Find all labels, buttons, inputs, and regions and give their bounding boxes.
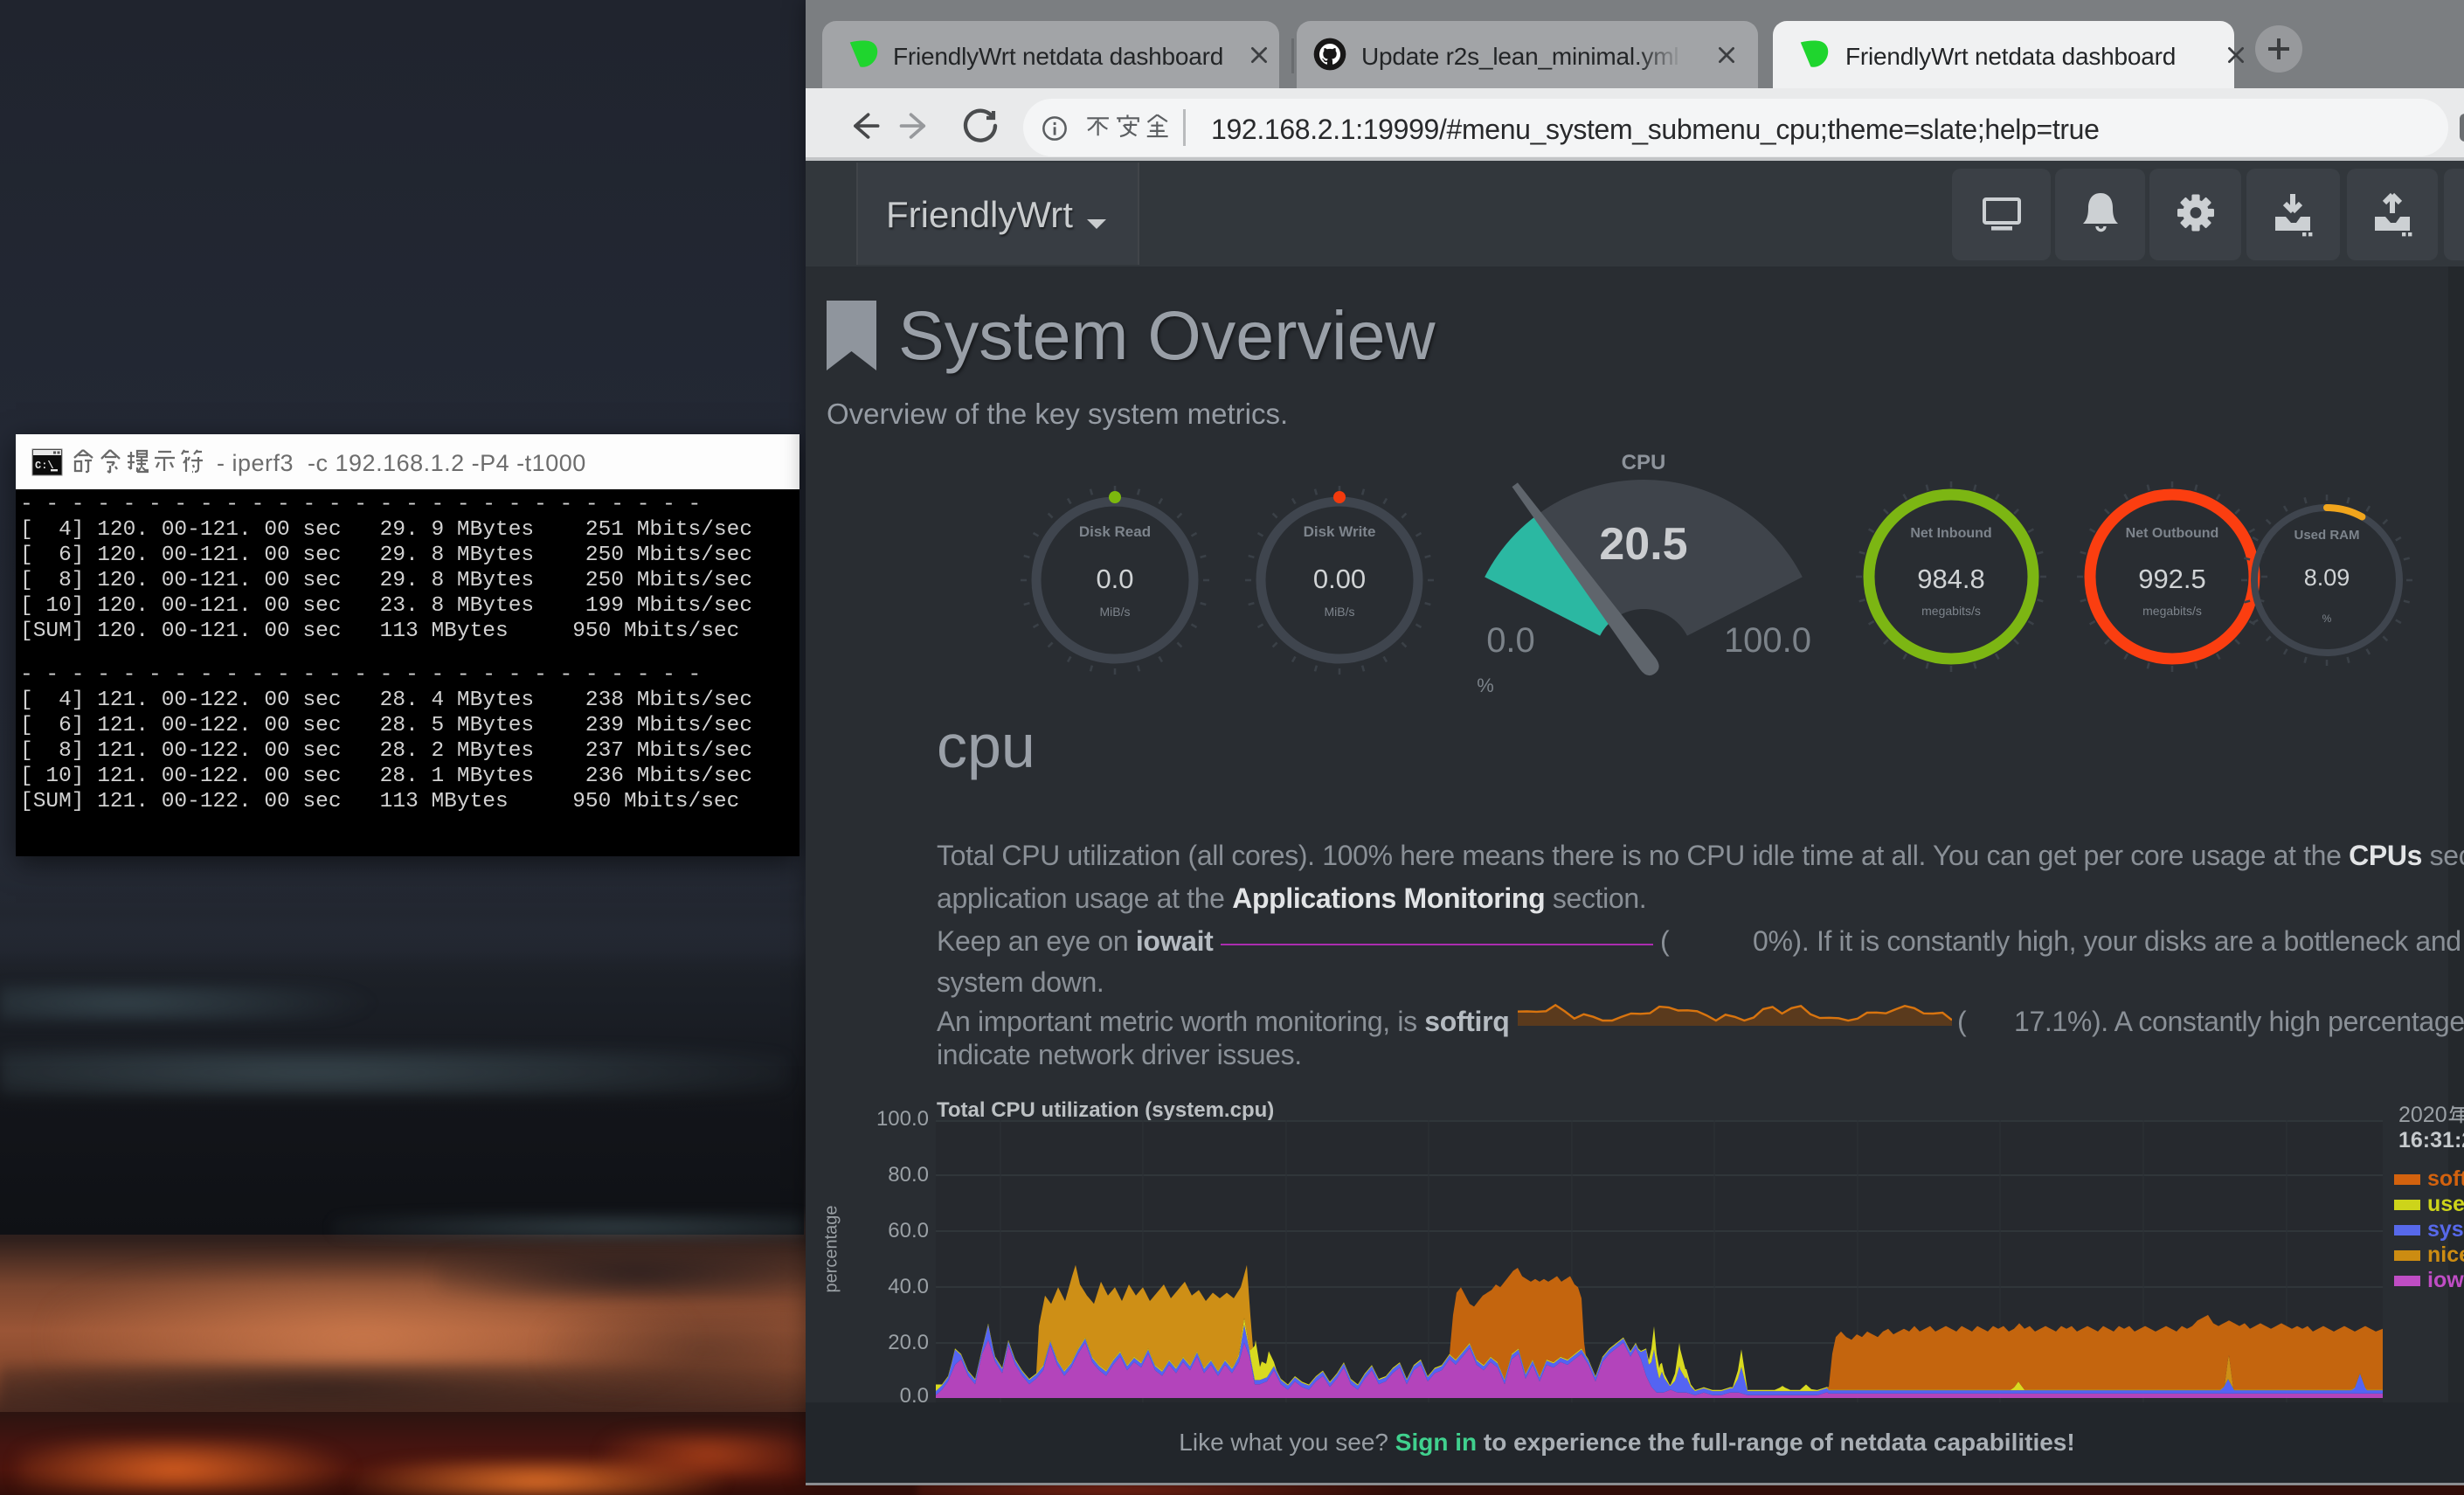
svg-text:MiB/s: MiB/s bbox=[1325, 605, 1355, 619]
svg-text:MiB/s: MiB/s bbox=[1100, 605, 1131, 619]
svg-text:0.0: 0.0 bbox=[1096, 564, 1133, 594]
svg-text:20.5: 20.5 bbox=[1599, 519, 1687, 570]
svg-text:0.00: 0.00 bbox=[1313, 564, 1366, 594]
svg-text:Disk Read: Disk Read bbox=[1079, 523, 1151, 540]
svg-text:Net Inbound: Net Inbound bbox=[1910, 526, 1991, 541]
svg-text:Net Outbound: Net Outbound bbox=[2126, 526, 2219, 541]
svg-text:984.8: 984.8 bbox=[1917, 564, 1985, 594]
svg-text:%: % bbox=[2322, 613, 2332, 625]
svg-text:8.09: 8.09 bbox=[2304, 564, 2350, 591]
svg-text:Used RAM: Used RAM bbox=[2294, 528, 2359, 543]
svg-text:megabits/s: megabits/s bbox=[2142, 604, 2202, 618]
svg-text:992.5: 992.5 bbox=[2138, 564, 2206, 594]
svg-text:Disk Write: Disk Write bbox=[1304, 523, 1376, 540]
svg-text:CPU: CPU bbox=[1622, 451, 1666, 474]
svg-text:megabits/s: megabits/s bbox=[1921, 604, 1981, 618]
